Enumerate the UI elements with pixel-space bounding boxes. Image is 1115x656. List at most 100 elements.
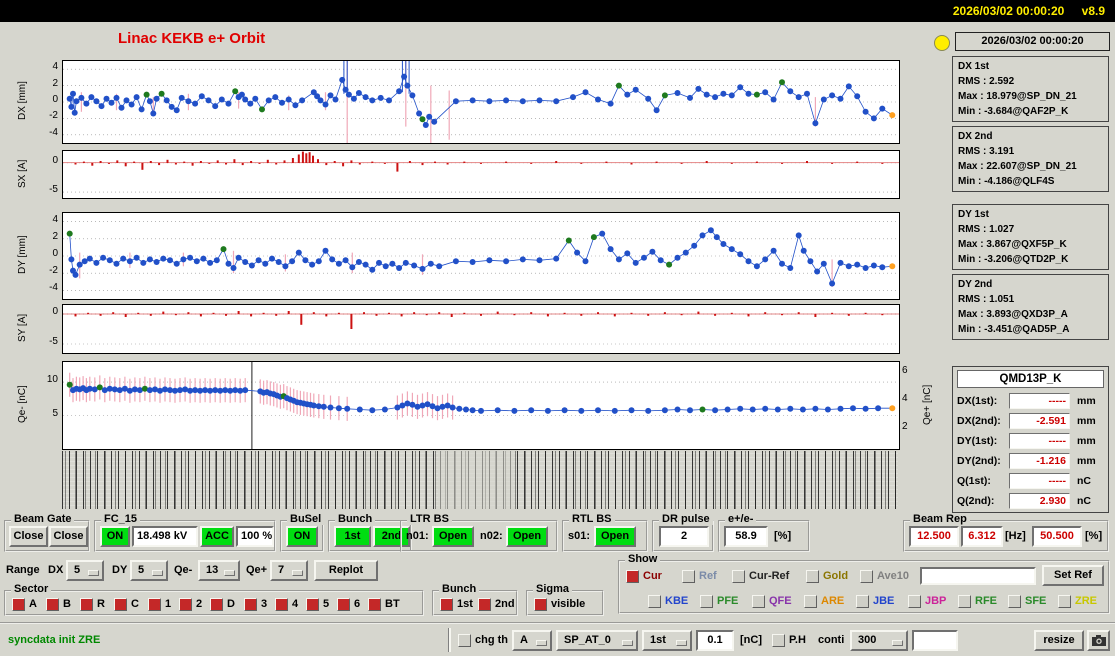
rtl-bs-label: RTL BS: [569, 513, 615, 525]
show-jbp-checkbox[interactable]: JBP: [908, 592, 946, 610]
ph-checkbox[interactable]: P.H: [772, 631, 806, 649]
sigma-visible-checkbox[interactable]: visible: [534, 595, 585, 613]
stat-box-dx-1st: DX 1st RMS : 2.592 Max : 18.979@SP_DN_21…: [952, 56, 1109, 122]
checkbox-box: [648, 594, 661, 608]
dr-pulse-field[interactable]: 2: [659, 526, 709, 547]
range-dx-select[interactable]: 5: [66, 560, 104, 581]
x-axis-labels: [62, 451, 898, 509]
e-ratio-field[interactable]: 58.9: [724, 526, 768, 547]
show-qfe-checkbox[interactable]: QFE: [752, 592, 792, 610]
monitor-row: DX(2nd): -2.591 mm: [957, 411, 1104, 431]
chg-th-checkbox[interactable]: chg th: [458, 631, 508, 649]
threshold-input[interactable]: 0.1: [696, 630, 734, 651]
count-select[interactable]: 300: [850, 630, 908, 651]
sector-a-select[interactable]: A: [512, 630, 552, 651]
fc15-acc-button[interactable]: ACC: [200, 526, 234, 547]
show-label: Show: [625, 553, 661, 565]
rtl-s01-open-button[interactable]: Open: [594, 526, 636, 547]
sector-a-checkbox[interactable]: A: [12, 595, 37, 613]
rtl-s01-label: s01:: [568, 530, 591, 542]
sector-c-checkbox[interactable]: C: [114, 595, 139, 613]
sector-4-checkbox[interactable]: 4: [275, 595, 298, 613]
stat-box-dx-2nd: DX 2nd RMS : 3.191 Max : 22.607@SP_DN_21…: [952, 126, 1109, 192]
replot-button[interactable]: Replot: [314, 560, 378, 581]
checkbox-box: [856, 594, 869, 608]
bunch-1st-button[interactable]: 1st: [334, 526, 371, 547]
sp-at-select[interactable]: SP_AT_0: [556, 630, 638, 651]
sector-r-checkbox[interactable]: R: [80, 595, 105, 613]
show-gold-checkbox[interactable]: Gold: [806, 567, 848, 585]
show-ref-checkbox[interactable]: Ref: [682, 567, 717, 585]
range-qep-select[interactable]: 7: [270, 560, 308, 581]
sector-b-checkbox[interactable]: B: [46, 595, 71, 613]
qe-plot[interactable]: [62, 361, 900, 450]
show-sfe-checkbox[interactable]: SFE: [1008, 592, 1046, 610]
screenshot-button[interactable]: [1087, 630, 1110, 651]
sector-6-checkbox[interactable]: 6: [337, 595, 360, 613]
beam-gate-close-button-2[interactable]: Close: [49, 526, 88, 547]
y-tick-label: 0: [52, 248, 58, 259]
checkbox-box: [114, 597, 127, 611]
show-pfe-checkbox[interactable]: PFE: [700, 592, 738, 610]
checkbox-box: [700, 594, 713, 608]
dy-plot[interactable]: [62, 212, 900, 300]
sector-3-checkbox[interactable]: 3: [244, 595, 267, 613]
rtl-bs-group: RTL BS s01: Open: [562, 513, 648, 552]
checkbox-label: C: [131, 598, 139, 610]
fc15-on-button[interactable]: ON: [100, 526, 130, 547]
checkbox-box: [179, 597, 192, 611]
bunch-1st-checkbox[interactable]: 1st: [440, 595, 473, 613]
ltr-n01-open-button[interactable]: Open: [432, 526, 474, 547]
set-ref-button[interactable]: Set Ref: [1042, 565, 1104, 586]
checkbox-box: [368, 597, 381, 611]
fc15-label: FC_15: [101, 513, 141, 525]
checkbox-label: 4: [292, 598, 299, 610]
ref-name-input[interactable]: [920, 567, 1036, 585]
dx-plot[interactable]: [62, 60, 900, 144]
checkbox-box: [46, 597, 59, 611]
checkbox-label: 2nd: [495, 598, 515, 610]
ltr-n02-open-button[interactable]: Open: [506, 526, 548, 547]
busel-on-button[interactable]: ON: [286, 526, 318, 547]
stat-max: Max : 3.867@QXF5P_K: [958, 239, 1067, 250]
show-cur-ref-checkbox[interactable]: Cur-Ref: [732, 567, 789, 585]
checkbox-box: [275, 597, 288, 611]
stat-min: Min : -3.206@QTD2P_K: [958, 254, 1069, 265]
y-tick-label: 0: [52, 94, 58, 105]
checkbox-label: P.H: [789, 634, 806, 646]
range-dy-select[interactable]: 5: [130, 560, 168, 581]
checkbox-label: Cur-Ref: [749, 570, 790, 582]
range-qem-select[interactable]: 13: [198, 560, 240, 581]
show-zre-checkbox[interactable]: ZRE: [1058, 592, 1097, 610]
sector-d-checkbox[interactable]: D: [210, 595, 235, 613]
bunch-select[interactable]: 1st: [642, 630, 692, 651]
monitor-row-value: -----: [1009, 433, 1070, 449]
checkbox-label: PFE: [717, 595, 739, 607]
y-tick-label: 4: [52, 61, 58, 73]
checkbox-label: QFE: [769, 595, 792, 607]
show-jbe-checkbox[interactable]: JBE: [856, 592, 894, 610]
status-message: syncdata init ZRE: [8, 634, 101, 646]
sector-2-checkbox[interactable]: 2: [179, 595, 202, 613]
show-group: Show Cur Ref Cur-Ref Gold Ave10 Set Ref …: [618, 553, 1110, 614]
count-input[interactable]: [912, 630, 958, 651]
beam-gate-close-button-1[interactable]: Close: [9, 526, 48, 547]
show-kbe-checkbox[interactable]: KBE: [648, 592, 688, 610]
bunch-2nd-checkbox[interactable]: 2nd: [478, 595, 515, 613]
show-rfe-checkbox[interactable]: RFE: [958, 592, 997, 610]
show-cur-checkbox[interactable]: Cur: [626, 567, 662, 585]
sector-bt-checkbox[interactable]: BT: [368, 595, 400, 613]
checkbox-label: Gold: [823, 570, 849, 582]
sx-plot[interactable]: [62, 150, 900, 199]
fc15-group: FC_15 ON 18.498 kV ACC 100 %: [94, 513, 276, 552]
resize-button[interactable]: resize: [1034, 630, 1084, 651]
show-ave10-checkbox[interactable]: Ave10: [860, 567, 909, 585]
sector-5-checkbox[interactable]: 5: [306, 595, 329, 613]
checkbox-label: 1st: [457, 598, 473, 610]
sector-1-checkbox[interactable]: 1: [148, 595, 171, 613]
checkbox-box: [626, 569, 639, 583]
show-are-checkbox[interactable]: ARE: [804, 592, 844, 610]
checkbox-box: [306, 597, 319, 611]
sy-plot[interactable]: [62, 304, 900, 354]
monitor-row-value: 2.930: [1009, 493, 1070, 509]
